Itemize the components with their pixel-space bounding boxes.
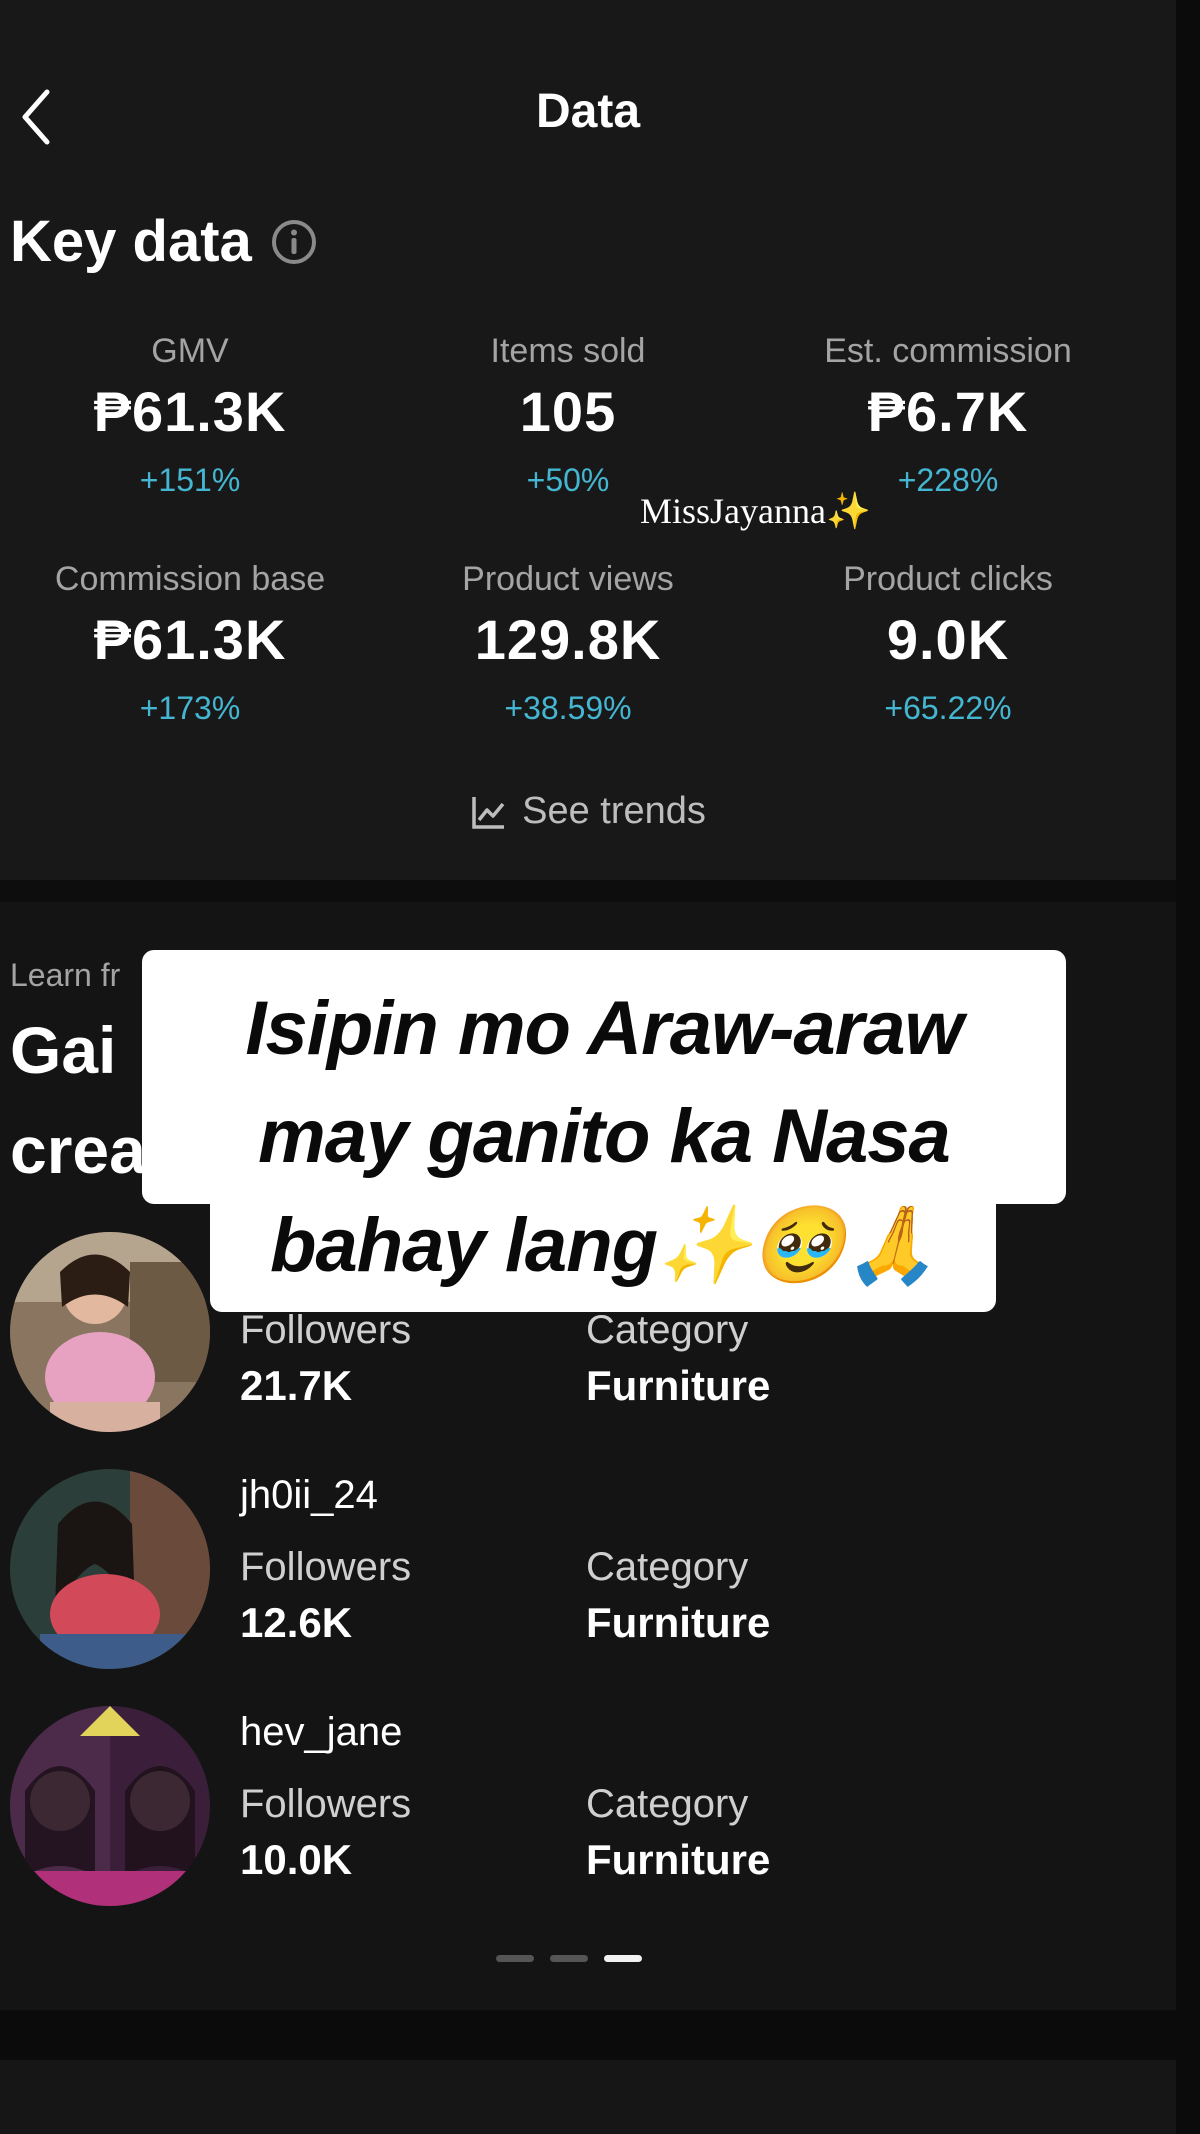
learn-heading-line1: Gai [10,1013,117,1087]
page-dot[interactable] [496,1955,534,1962]
metric-change: +151% [139,462,241,498]
metric-gmv: GMV ₱61.3K +151% [0,332,380,499]
metric-change: +65.22% [884,690,1012,726]
followers-value: 10.0K [240,1836,353,1883]
metric-label: Commission base [54,560,326,598]
line-chart-icon [472,796,505,829]
followers-value: 12.6K [240,1599,353,1646]
metric-value: ₱6.7K [867,380,1029,443]
category-label: Category [586,1308,749,1352]
footer-area [0,2060,1176,2134]
metric-commission-base: Commission base ₱61.3K +173% [0,560,380,727]
page-dot[interactable] [550,1955,588,1962]
learn-heading-line2: crea [10,1113,146,1187]
pagination-dots [496,1955,642,1962]
page-dot-active[interactable] [604,1955,642,1962]
footer-bar [0,2010,1176,2060]
metric-items-sold: Items sold 105 +50% [378,332,758,499]
edge-strip [1176,0,1200,2134]
category-value: Furniture [586,1836,771,1883]
metric-label: GMV [151,332,229,370]
metric-est-commission: Est. commission ₱6.7K +228% [758,332,1138,499]
metric-change: +173% [139,690,241,726]
caption-line2: may ganito ka Nasa [258,1094,951,1179]
caption-line1: Isipin mo Araw-araw [245,986,963,1071]
key-data-title: Key data [10,209,252,274]
info-icon[interactable] [270,218,318,266]
avatar[interactable] [10,1469,210,1669]
creator-row[interactable]: jh0ii_24 Followers 12.6K Category Furnit… [0,1469,1176,1679]
creator-row[interactable]: hev_jane Followers 10.0K Category Furnit… [0,1706,1176,1916]
avatar[interactable] [10,1706,210,1906]
learn-label: Learn fr [10,957,121,993]
metric-value: 129.8K [474,608,662,671]
metric-change: +38.59% [504,690,632,726]
metric-value: 105 [519,380,617,443]
metric-label: Est. commission [824,332,1072,370]
see-trends-button[interactable]: See trends [0,790,1176,833]
followers-label: Followers [240,1308,412,1352]
key-data-heading: Key data [10,208,318,275]
metric-label: Product views [462,560,674,598]
metric-label: Product clicks [843,560,1053,598]
caption-line3: bahay lang✨🥹🙏 [270,1203,939,1288]
header: Data [0,0,1176,230]
followers-value: 21.7K [240,1362,353,1409]
metric-product-views: Product views 129.8K +38.59% [378,560,758,727]
see-trends-label: See trends [522,790,706,832]
followers-label: Followers [240,1782,412,1826]
metric-value: ₱61.3K [93,608,287,671]
category-value: Furniture [586,1362,771,1409]
section-divider [0,880,1176,902]
creator-name[interactable]: jh0ii_24 [240,1473,378,1518]
category-label: Category [586,1545,749,1589]
metric-value: ₱61.3K [93,380,287,443]
metric-product-clicks: Product clicks 9.0K +65.22% [758,560,1138,727]
category-value: Furniture [586,1599,771,1646]
metric-value: 9.0K [886,608,1010,671]
creator-name[interactable]: hev_jane [240,1710,402,1755]
followers-label: Followers [240,1545,412,1589]
app-screen: Data Key data GMV ₱61.3K +151% Items sol… [0,0,1176,2134]
watermark: MissJayanna✨ [640,491,871,531]
page-title: Data [535,85,641,138]
metric-label: Items sold [490,332,646,370]
category-label: Category [586,1782,749,1826]
